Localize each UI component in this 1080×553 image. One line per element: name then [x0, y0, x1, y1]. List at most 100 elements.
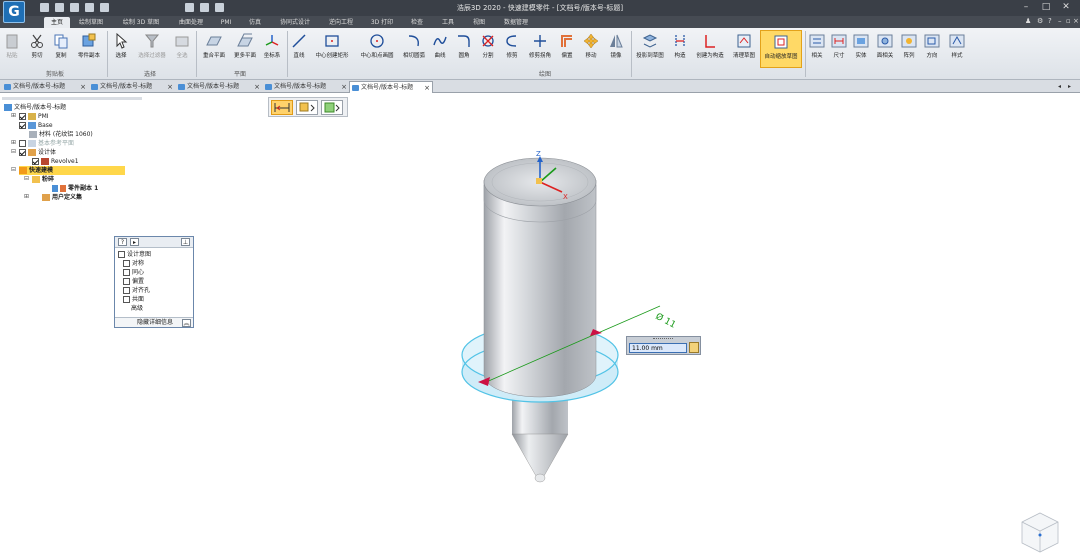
offset-button[interactable]: 偏置: [557, 30, 577, 68]
coordinate-system-button[interactable]: 坐标系: [261, 30, 283, 68]
document-tab-active[interactable]: 文档号/版本号-标题 ×: [349, 81, 433, 93]
coplanar-checkbox[interactable]: [123, 296, 130, 303]
tab-3d-print[interactable]: 3D 打印: [366, 17, 398, 28]
lock-icon[interactable]: [689, 342, 699, 353]
auto-zoom-sketch-button[interactable]: 自动缩放草图: [760, 30, 802, 68]
center-rectangle-button[interactable]: 中心创建矩形: [311, 30, 353, 68]
tab-home[interactable]: 主页: [44, 17, 70, 28]
tab-pmi[interactable]: PMI: [216, 17, 236, 28]
tree-item-parts[interactable]: 粉碎: [32, 175, 54, 184]
tree-item-base[interactable]: Base: [19, 121, 53, 130]
dimension-value-input[interactable]: [629, 343, 687, 353]
solid-button[interactable]: 实体: [852, 30, 870, 68]
tab-surfacing[interactable]: 曲面处理: [173, 17, 209, 28]
style-button[interactable]: 样式: [946, 30, 968, 68]
dimension-option-button[interactable]: [271, 100, 293, 115]
tree-item-ref-planes[interactable]: 基本参考平面: [19, 139, 74, 148]
relate-button[interactable]: 相关: [808, 30, 826, 68]
concentric-option[interactable]: 同心: [123, 269, 144, 277]
expand-icon[interactable]: ⊞: [11, 112, 16, 119]
curve-button[interactable]: 曲线: [430, 30, 450, 68]
paste-button[interactable]: 粘贴: [3, 30, 21, 68]
relation-option-button[interactable]: [296, 100, 318, 115]
mirror-button[interactable]: 镜像: [605, 30, 627, 68]
expand-icon[interactable]: ⊞: [11, 139, 16, 146]
play-icon[interactable]: ▸: [130, 238, 139, 246]
coincident-plane-button[interactable]: 重合平面: [199, 30, 229, 68]
split-button[interactable]: 分割: [478, 30, 498, 68]
tree-item-part-copy[interactable]: 零件副本 1: [52, 184, 98, 193]
ribbon-minimize-icon[interactable]: –: [1058, 17, 1062, 25]
dimension-label[interactable]: Ø 11: [654, 311, 678, 331]
cut-button[interactable]: 剪切: [27, 30, 47, 68]
design-intent-checkbox[interactable]: [118, 251, 125, 258]
part-copy-button[interactable]: 零件副本: [74, 30, 104, 68]
tree-item-revolve[interactable]: Revolve1: [32, 157, 79, 166]
expand-icon[interactable]: ⊞: [24, 193, 29, 200]
tab-list-icon[interactable]: ◂: [1058, 81, 1068, 93]
offset-option[interactable]: 偏置: [123, 278, 144, 286]
aligned-holes-option[interactable]: 对齐孔: [123, 287, 150, 295]
line-button[interactable]: 直线: [290, 30, 308, 68]
design-intent-toggle[interactable]: 设计意图: [118, 251, 151, 259]
collapse-icon[interactable]: ︽: [182, 319, 191, 327]
ribbon-close-icon[interactable]: ×: [1073, 17, 1079, 25]
settings-icon[interactable]: ⚙: [1037, 17, 1043, 25]
tab-data-management[interactable]: 数据管理: [498, 17, 534, 28]
close-tab-icon[interactable]: ×: [167, 81, 173, 93]
part-collar[interactable]: [461, 324, 619, 403]
concentric-checkbox[interactable]: [123, 269, 130, 276]
tree-item-design-body[interactable]: 设计体: [19, 148, 56, 157]
tab-3d-sketch[interactable]: 绘制 3D 草图: [116, 17, 166, 28]
circle-button[interactable]: 中心和点画圆: [355, 30, 399, 68]
create-as-construct-button[interactable]: 创建为构造: [692, 30, 728, 68]
coplanar-option[interactable]: 共面: [123, 296, 144, 304]
minimize-button[interactable]: –: [1020, 2, 1032, 13]
part-tip[interactable]: [511, 398, 569, 483]
tab-close-all-icon[interactable]: ▸: [1068, 81, 1078, 93]
tangent-arc-button[interactable]: 相切圆弧: [401, 30, 427, 68]
symmetric-option[interactable]: 对称: [123, 260, 144, 268]
close-tab-icon[interactable]: ×: [254, 81, 260, 93]
more-planes-button[interactable]: 更多平面: [230, 30, 260, 68]
face-relate-button[interactable]: 面相关: [874, 30, 896, 68]
tab-collaborative[interactable]: 协同式设计: [274, 17, 316, 28]
tree-root[interactable]: 文档号/版本号-标题: [4, 103, 66, 112]
offset-checkbox[interactable]: [123, 278, 130, 285]
people-icon[interactable]: ♟: [1025, 17, 1031, 25]
close-tab-icon[interactable]: ×: [341, 81, 347, 93]
tab-view[interactable]: 视图: [467, 17, 491, 28]
pattern-button[interactable]: 阵列: [900, 30, 918, 68]
help-icon[interactable]: ?: [1048, 17, 1052, 25]
tab-sketch[interactable]: 绘制草图: [73, 17, 109, 28]
document-tab[interactable]: 文档号/版本号-标题 ×: [89, 81, 175, 93]
select-all-button[interactable]: 全选: [172, 30, 192, 68]
maximize-button[interactable]: □: [1040, 2, 1052, 13]
symmetric-checkbox[interactable]: [123, 260, 130, 267]
drag-handle[interactable]: [653, 338, 673, 340]
trim-corner-button[interactable]: 修剪拐角: [525, 30, 555, 68]
close-tab-icon[interactable]: ×: [424, 82, 430, 94]
fillet-button[interactable]: 圆角: [454, 30, 474, 68]
construct-button[interactable]: 构造: [669, 30, 691, 68]
tree-item-user-defined[interactable]: 用户定义集: [42, 193, 82, 202]
collapse-icon[interactable]: ⊟: [11, 148, 16, 155]
tab-simulation[interactable]: 仿真: [243, 17, 267, 28]
collapse-icon[interactable]: ⊟: [11, 166, 16, 173]
hide-details-button[interactable]: 隐藏详细信息 ︽: [115, 317, 193, 327]
project-to-sketch-button[interactable]: 投影到草图: [633, 30, 667, 68]
selection-filter-button[interactable]: 选择过滤器: [134, 30, 170, 68]
copy-button[interactable]: 复制: [52, 30, 70, 68]
advanced-link[interactable]: 高级: [131, 305, 143, 313]
document-tab[interactable]: 文档号/版本号-标题 ×: [176, 81, 262, 93]
tree-item-quick-model[interactable]: 快速建模: [19, 166, 125, 175]
dimension-button[interactable]: 尺寸: [830, 30, 848, 68]
document-tab[interactable]: 文档号/版本号-标题 ×: [263, 81, 349, 93]
direction-button[interactable]: 方向: [922, 30, 942, 68]
move-button[interactable]: 移动: [580, 30, 602, 68]
display-option-button[interactable]: [321, 100, 343, 115]
visibility-checkbox[interactable]: [19, 122, 26, 129]
visibility-checkbox[interactable]: [19, 113, 26, 120]
visibility-checkbox[interactable]: [19, 149, 26, 156]
pin-icon[interactable]: ⊥: [181, 238, 190, 246]
